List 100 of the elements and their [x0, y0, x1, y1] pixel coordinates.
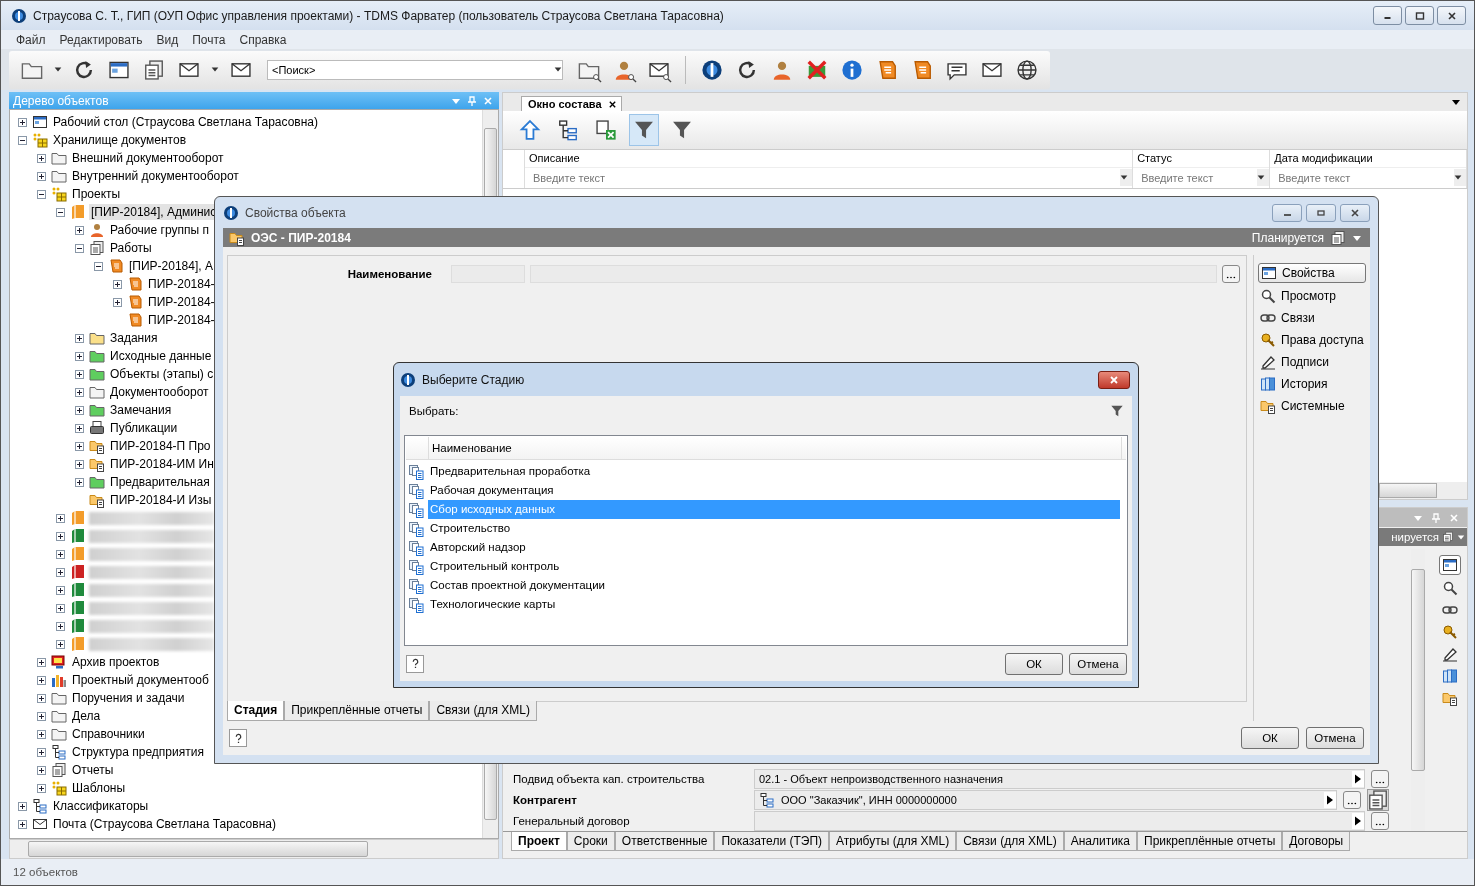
expand-toggle[interactable]	[56, 513, 65, 523]
tree-item[interactable]: Справочники	[70, 726, 147, 742]
expand-toggle[interactable]	[56, 531, 65, 541]
collapse-toggle[interactable]	[37, 189, 46, 199]
close-button[interactable]	[1098, 370, 1130, 389]
tree-item[interactable]: Шаблоны	[70, 780, 128, 796]
status-label[interactable]: нируется	[1391, 531, 1439, 543]
filter-field[interactable]: Введите текст	[1133, 167, 1270, 187]
caret-icon[interactable]	[1120, 175, 1129, 180]
tree-item[interactable]: Отчеты	[70, 762, 116, 778]
field-value[interactable]	[754, 811, 1365, 831]
tree-item[interactable]: Задания	[108, 330, 160, 346]
list-item[interactable]: Состав проектной документации	[428, 576, 1120, 595]
dialog-button[interactable]: ОК	[1005, 652, 1063, 675]
tree-item[interactable]: Замечания	[108, 402, 174, 418]
expand-toggle[interactable]	[75, 477, 84, 487]
collapse-toggle[interactable]	[75, 243, 84, 253]
list-item[interactable]: Технологические карты	[428, 595, 1120, 614]
expand-toggle[interactable]	[75, 405, 84, 415]
tree-item[interactable]: Внешний документооборот	[70, 150, 226, 166]
tree-item[interactable]: ПИР-20184-П Про	[108, 438, 213, 454]
sidebar-button[interactable]	[1439, 555, 1461, 575]
list-item[interactable]: Строительный контроль	[428, 557, 1120, 576]
tree-item[interactable]: Структура предприятия	[70, 744, 206, 760]
collapse-toggle[interactable]	[18, 135, 27, 145]
sidebar-item[interactable]: Просмотр	[1258, 287, 1366, 305]
tab[interactable]: Проект	[511, 832, 567, 851]
tab[interactable]: Аналитика	[1063, 832, 1138, 851]
tab[interactable]: Атрибуты (для XML)	[829, 832, 957, 851]
expand-toggle[interactable]	[75, 369, 84, 379]
expand-toggle[interactable]	[75, 441, 84, 451]
sidebar-item[interactable]: Права доступа	[1258, 331, 1366, 349]
list-item[interactable]: Предварительная проработка	[428, 462, 1120, 481]
field-value[interactable]: ООО "Заказчик", ИНН 0000000000	[754, 790, 1337, 810]
expand-toggle[interactable]	[75, 459, 84, 469]
search-field[interactable]: <Поиск>	[267, 59, 563, 80]
expand-toggle[interactable]	[37, 729, 46, 739]
column-header[interactable]: Дата модификации	[1270, 150, 1466, 167]
arrow-icon[interactable]	[1324, 792, 1336, 808]
tree-item[interactable]: Почта (Страусова Светлана Тарасовна)	[51, 816, 278, 832]
close-icon[interactable]	[607, 99, 617, 109]
expand-toggle[interactable]	[75, 351, 84, 361]
help-button[interactable]	[406, 654, 424, 673]
ellipsis-button[interactable]	[1371, 770, 1389, 788]
filter-field[interactable]: Введите текст	[525, 167, 1133, 187]
expand-toggle[interactable]	[75, 423, 84, 433]
expand-toggle[interactable]	[37, 675, 46, 685]
tree-item[interactable]: Предварительная	[108, 474, 212, 490]
caret-icon[interactable]	[1451, 97, 1461, 107]
expand-toggle[interactable]	[56, 585, 65, 595]
tree-item[interactable]: ПИР-20184-ИМ Ин	[108, 456, 216, 472]
field-value[interactable]: 02.1 - Объект непроизводственного назначения	[754, 769, 1365, 789]
tab[interactable]: Связи (для XML)	[429, 701, 537, 721]
caret-icon[interactable]	[554, 67, 562, 72]
menu-item[interactable]: Редактировать	[52, 32, 150, 47]
list-item[interactable]: Рабочая документация	[428, 481, 1120, 500]
expand-toggle[interactable]	[75, 225, 84, 235]
expand-toggle[interactable]	[18, 117, 27, 127]
tree-item[interactable]: Хранилище документов	[51, 132, 189, 148]
tree-item[interactable]: Дела	[70, 708, 103, 724]
tab[interactable]: Связи (для XML)	[956, 832, 1064, 851]
help-button[interactable]	[229, 729, 247, 747]
arrow-icon[interactable]	[1352, 771, 1364, 787]
collapse-toggle[interactable]	[56, 207, 65, 217]
status-label[interactable]: Планируется	[1251, 230, 1324, 245]
tree-item[interactable]: Проектный документооб	[70, 672, 211, 688]
tree-item[interactable]: ПИР-20184-	[146, 276, 217, 292]
sidebar-item[interactable]: Подписи	[1258, 353, 1366, 371]
expand-toggle[interactable]	[18, 819, 27, 829]
menu-item[interactable]: Почта	[185, 32, 233, 47]
card-button[interactable]	[1367, 789, 1389, 811]
expand-toggle[interactable]	[37, 765, 46, 775]
menu-item[interactable]: Вид	[149, 32, 186, 47]
scrollbar[interactable]	[9, 839, 499, 859]
tree-item[interactable]: Документооборот	[108, 384, 211, 400]
tab[interactable]: Прикреплённые отчеты	[284, 701, 430, 721]
maximize-button[interactable]	[1405, 6, 1434, 25]
expand-toggle[interactable]	[56, 621, 65, 631]
list-item[interactable]: Строительство	[428, 519, 1120, 538]
ellipsis-button[interactable]	[1222, 265, 1240, 283]
expand-toggle[interactable]	[37, 171, 46, 181]
expand-toggle[interactable]	[37, 747, 46, 757]
column-header[interactable]: Статус	[1133, 150, 1270, 167]
dialog-button[interactable]: Отмена	[1069, 652, 1127, 675]
tree-item[interactable]: Исходные данные	[108, 348, 214, 364]
document-tab[interactable]: Окно состава	[521, 96, 622, 111]
expand-toggle[interactable]	[37, 783, 46, 793]
expand-toggle[interactable]	[75, 387, 84, 397]
minimize-button[interactable]	[1272, 203, 1302, 222]
tab[interactable]: Договоры	[1282, 832, 1351, 851]
ellipsis-button[interactable]	[1371, 812, 1389, 830]
sidebar-item[interactable]: Свойства	[1258, 263, 1366, 283]
expand-toggle[interactable]	[56, 567, 65, 577]
tree-item[interactable]: Классификаторы	[51, 798, 151, 814]
sidebar-item[interactable]: Системные	[1258, 397, 1366, 415]
caret-icon[interactable]	[211, 67, 219, 72]
tree-item[interactable]: Архив проектов	[70, 654, 162, 670]
tree-item[interactable]: Работы	[108, 240, 154, 256]
tree-item[interactable]: Рабочие группы п	[108, 222, 211, 238]
caret-icon[interactable]	[1454, 175, 1462, 180]
